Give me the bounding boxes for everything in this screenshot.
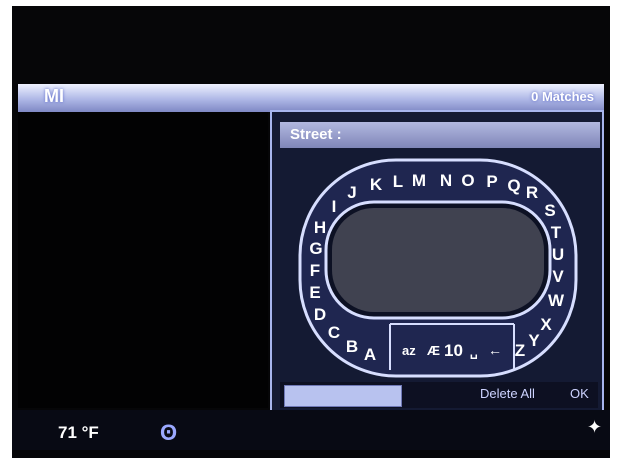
key-l[interactable]: L (393, 172, 403, 191)
key-e[interactable]: E (309, 283, 320, 302)
delete-all-button[interactable]: Delete All (480, 386, 535, 401)
infotainment-screen: MI 0 Matches Street : ABCDEFGHIJKLMNOPQR… (12, 6, 610, 458)
case-toggle-key[interactable]: az (402, 343, 416, 358)
key-x[interactable]: X (540, 315, 552, 334)
matches-count: 0 Matches (531, 89, 594, 104)
key-c[interactable]: C (328, 323, 340, 342)
bluetooth-icon: ʘ (160, 420, 178, 445)
softkey-bar: Delete All OK (280, 382, 598, 408)
left-softkey[interactable] (284, 385, 402, 407)
key-v[interactable]: V (552, 267, 564, 286)
key-j[interactable]: J (347, 183, 356, 202)
text-display (332, 208, 544, 312)
space-key[interactable]: ␣ (470, 345, 478, 359)
oval-keyboard: ABCDEFGHIJ K L M N O P Q RSTUVWXYZ az Æ 10 ␣ ← (298, 158, 578, 378)
key-p[interactable]: P (486, 172, 497, 191)
navigation-icon[interactable]: ✦ (587, 417, 602, 438)
key-z[interactable]: Z (515, 341, 525, 360)
key-a[interactable]: A (364, 345, 376, 364)
keyboard-panel: Street : ABCDEFGHIJKLMNOPQRSTUVWXYZ az Æ… (270, 110, 604, 416)
ok-button[interactable]: OK (570, 386, 589, 401)
key-n[interactable]: N (440, 171, 452, 190)
key-b[interactable]: B (346, 337, 358, 356)
key-d[interactable]: D (314, 305, 326, 324)
key-i[interactable]: I (332, 197, 337, 216)
key-s[interactable]: S (544, 201, 555, 220)
key-u[interactable]: U (552, 245, 564, 264)
key-t[interactable]: T (551, 223, 562, 242)
key-q[interactable]: Q (507, 176, 520, 195)
results-list (18, 112, 268, 408)
title-bar: MI 0 Matches (18, 84, 604, 112)
key-k[interactable]: K (370, 175, 383, 194)
key-r[interactable]: R (526, 183, 538, 202)
state-label: MI (44, 86, 64, 106)
key-m[interactable]: M (412, 171, 426, 190)
key-o[interactable]: O (461, 171, 474, 190)
key-y[interactable]: Y (528, 331, 540, 350)
backspace-key[interactable]: ← (488, 342, 502, 358)
key-f[interactable]: F (310, 261, 320, 280)
key-w[interactable]: W (548, 291, 565, 310)
key-g[interactable]: G (309, 239, 322, 258)
numbers-key[interactable]: 10 (444, 341, 463, 360)
temperature: 71 °F (58, 423, 99, 442)
special-chars-key[interactable]: Æ (427, 343, 440, 358)
key-h[interactable]: H (314, 218, 326, 237)
status-bar: 71 °F ʘ ✦ (12, 410, 610, 450)
